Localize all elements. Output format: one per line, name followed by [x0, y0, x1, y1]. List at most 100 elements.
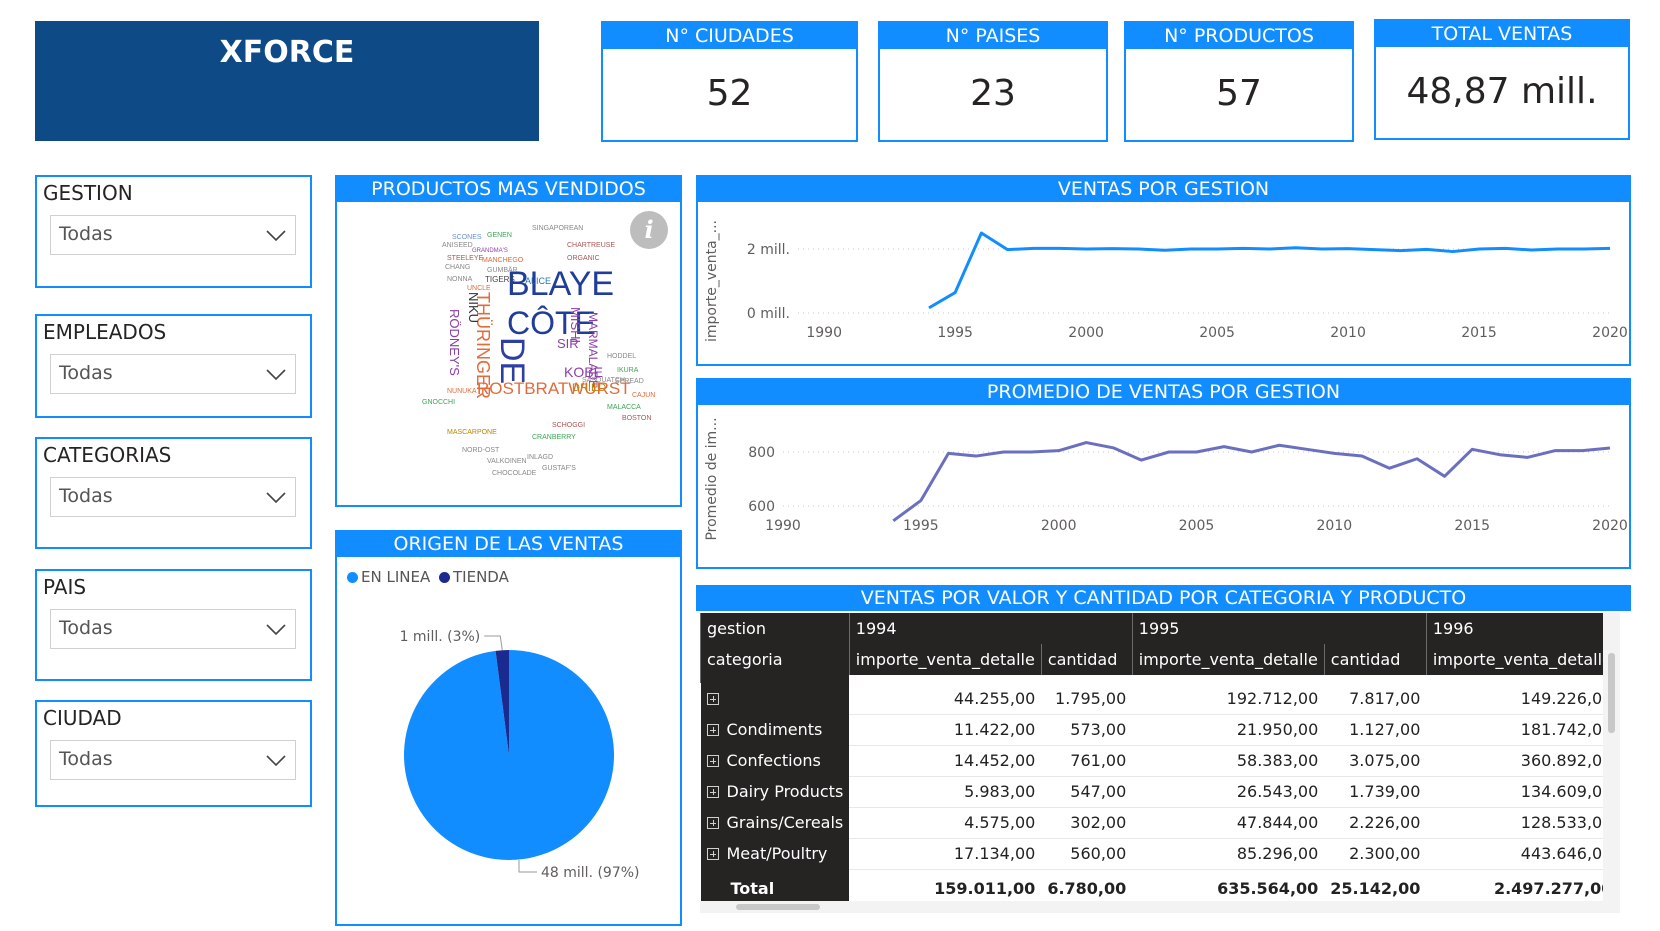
kpi-label: TOTAL VENTAS [1376, 21, 1628, 47]
series-line[interactable] [892, 441, 1611, 523]
wordcloud-word[interactable]: NONNA [447, 276, 472, 283]
y-tick-label: 600 [748, 499, 775, 515]
col-header-cantidad[interactable]: cantidad [1323, 644, 1427, 675]
wordcloud-word[interactable]: SPREAD [615, 378, 644, 385]
wordcloud-word[interactable]: NIKU [466, 292, 481, 323]
wordcloud-word[interactable]: NUNUKA [447, 388, 477, 395]
wordcloud-word[interactable]: GNOCCHI [422, 399, 455, 406]
table-row[interactable]: Meat/Poultry 17.134,00 560,00 85.296,00 2.30… [700, 838, 1620, 870]
wordcloud-word[interactable]: BOSTON [622, 415, 651, 422]
empleados-dropdown[interactable]: Todas [50, 354, 296, 394]
value-cell: 44.255,00 [849, 683, 1042, 715]
wordcloud-word[interactable]: ALICE [525, 277, 551, 286]
wordcloud-word[interactable]: SINGAPOREAN [532, 225, 583, 232]
table-row[interactable]: Dairy Products 5.983,00 547,00 26.543,00 1.7… [700, 776, 1620, 808]
wordcloud-word[interactable]: CRANBERRY [532, 434, 576, 441]
wordcloud-word[interactable]: GRANDMA'S [472, 248, 508, 254]
pais-dropdown[interactable]: Todas [50, 609, 296, 649]
expand-icon[interactable] [706, 724, 719, 736]
chevron-down-icon [266, 369, 286, 381]
col-header-importe[interactable]: importe_venta_detalle [848, 644, 1042, 675]
wordcloud-word[interactable]: HODDEL [607, 353, 636, 360]
table-row[interactable]: Grains/Cereals 4.575,00 302,00 47.844,00 2.2… [700, 807, 1620, 839]
col-header-importe[interactable]: importe_venta_detalle [1131, 644, 1325, 675]
wordcloud-word[interactable]: ANISEED [442, 242, 473, 249]
y-axis-title: Promedio de im... [704, 417, 720, 540]
wordcloud-word[interactable]: NORD-OST [462, 447, 499, 454]
series-line[interactable] [928, 231, 1611, 310]
category-cell[interactable] [700, 683, 850, 714]
categorias-dropdown[interactable]: Todas [50, 477, 296, 517]
kpi-card-productos: N° PRODUCTOS 57 [1124, 21, 1354, 142]
x-tick-label: 2005 [1199, 325, 1235, 341]
category-cell[interactable]: Dairy Products [700, 776, 850, 807]
wordcloud-word[interactable]: INLAGD [527, 454, 553, 461]
expand-icon[interactable] [706, 693, 719, 705]
wordcloud-word[interactable]: GENEN [487, 232, 512, 239]
wordcloud-word[interactable]: GUSTAF'S [542, 465, 576, 472]
value-cell: 573,00 [1041, 714, 1133, 746]
value-cell: 181.742,00 [1426, 714, 1619, 746]
scroll-thumb[interactable] [1608, 653, 1615, 733]
wordcloud-word[interactable]: ORGANIC [567, 255, 600, 262]
wordcloud-word[interactable]: TIGERS [485, 276, 515, 284]
gestion-dropdown[interactable]: Todas [50, 215, 296, 255]
line-chart-promedio: 600 800 1990 1995 2000 2005 2010 2015 2020 Promed… [704, 417, 1628, 540]
category-label: Confections [726, 751, 821, 770]
matrix-vertical-scrollbar[interactable] [1603, 613, 1620, 913]
category-cell[interactable]: Condiments [700, 714, 850, 745]
value-cell: 1.127,00 [1324, 714, 1427, 746]
wordcloud-word[interactable]: SIR [557, 337, 579, 350]
wordcloud-word[interactable]: CHOCOLADE [492, 470, 536, 477]
category-label: Dairy Products [726, 782, 844, 801]
wordcloud-word[interactable]: DRIED [572, 383, 606, 394]
value-cell: 134.609,00 [1426, 776, 1619, 808]
ciudad-dropdown[interactable]: Todas [50, 740, 296, 780]
wordcloud-word[interactable]: SCHOGGI [552, 422, 585, 429]
dropdown-value: Todas [59, 617, 113, 639]
table-row[interactable]: Condiments 11.422,00 573,00 21.950,00 1.127,… [700, 714, 1620, 746]
wordcloud-word[interactable]: SCONES [452, 234, 482, 241]
chevron-down-icon [266, 230, 286, 242]
wordcloud-word[interactable]: VALKOINEN [487, 458, 527, 465]
expand-icon[interactable] [706, 786, 719, 798]
expand-icon[interactable] [706, 817, 719, 829]
wordcloud-word[interactable]: STEELEYE [447, 255, 483, 262]
x-tick-label: 1990 [765, 518, 801, 534]
wordcloud-word[interactable]: CHANG [445, 264, 470, 271]
y-tick-label: 2 mill. [747, 242, 790, 258]
wordcloud-word[interactable]: BLAYE [507, 267, 614, 301]
year-header[interactable]: 1994 [848, 613, 1133, 644]
year-header[interactable]: 1995 [1131, 613, 1427, 644]
wordcloud-word[interactable]: DE [493, 337, 531, 384]
x-tick-label: 2000 [1041, 518, 1077, 534]
wordcloud-word[interactable]: MANCHEGO [482, 257, 523, 264]
matrix-title: VENTAS POR VALOR Y CANTIDAD POR CATEGORI… [696, 585, 1631, 611]
wordcloud-word[interactable]: CHARTREUSE [567, 242, 615, 249]
wordcloud-word[interactable]: MALACCA [607, 404, 641, 411]
year-header[interactable]: 1996 [1425, 613, 1620, 644]
wordcloud-word[interactable]: UNCLE [467, 285, 491, 292]
value-cell: 149.226,00 [1426, 683, 1619, 715]
wordcloud-word[interactable]: IKURA [617, 367, 638, 374]
category-cell[interactable]: Confections [700, 745, 850, 776]
value-cell: 47.844,00 [1132, 807, 1325, 839]
wordcloud-word[interactable]: CAJUN [632, 392, 655, 399]
expand-icon[interactable] [706, 755, 719, 767]
kpi-value: 57 [1216, 73, 1262, 114]
matrix-horizontal-scrollbar[interactable] [700, 901, 1620, 913]
category-cell[interactable]: Meat/Poultry [700, 838, 850, 869]
slicer-gestion: GESTION Todas [35, 175, 312, 288]
chevron-down-icon [266, 624, 286, 636]
category-cell[interactable]: Grains/Cereals [700, 807, 850, 838]
wordcloud-word[interactable]: GUMBÄR [487, 267, 518, 274]
wordcloud-word[interactable]: RÖDNEY'S [447, 309, 462, 376]
wordcloud-area: BLAYE CÔTE DE ROSTBRATWURST THÜRINGER NIKU RÖD… [337, 202, 680, 505]
col-header-cantidad[interactable]: cantidad [1040, 644, 1133, 675]
table-row[interactable]: Confections 14.452,00 761,00 58.383,00 3.075… [700, 745, 1620, 777]
col-header-importe[interactable]: importe_venta_detalle [1425, 644, 1619, 675]
scroll-thumb[interactable] [736, 904, 820, 910]
expand-icon[interactable] [706, 848, 719, 860]
wordcloud-word[interactable]: MASCARPONE [447, 429, 497, 436]
table-row[interactable]: 44.255,00 1.795,00 192.712,00 7.817,00 149.2… [700, 683, 1620, 715]
